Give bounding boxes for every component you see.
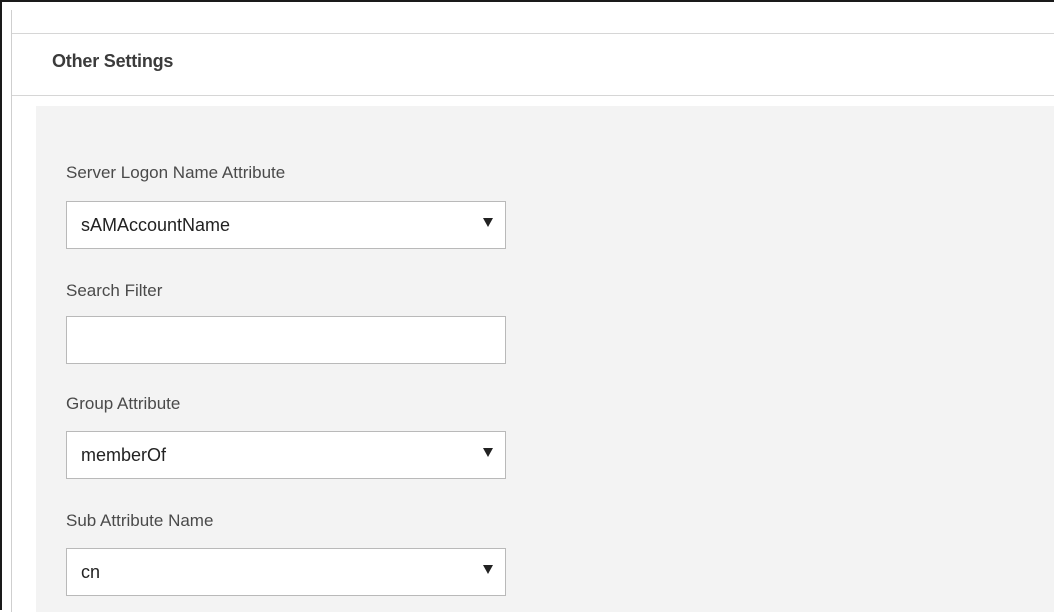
sub-attribute-name-label: Sub Attribute Name — [66, 511, 214, 530]
chevron-down-icon — [483, 218, 493, 227]
server-logon-name-attribute-value: sAMAccountName — [81, 215, 231, 235]
sub-attribute-name-value: cn — [81, 562, 101, 582]
chevron-down-icon — [483, 448, 493, 457]
sub-attribute-name-select[interactable]: cn — [66, 548, 506, 596]
section-title: Other Settings — [52, 51, 174, 71]
group-attribute-value: memberOf — [81, 445, 167, 465]
server-logon-name-attribute-label: Server Logon Name Attribute — [66, 163, 286, 182]
search-filter-input[interactable] — [66, 316, 506, 364]
window-frame: Other Settings Server Logon Name Attribu… — [0, 0, 1054, 612]
section-header: Other Settings — [12, 33, 1054, 96]
group-attribute-select[interactable]: memberOf — [66, 431, 506, 479]
chevron-down-icon — [483, 565, 493, 574]
settings-container: Other Settings Server Logon Name Attribu… — [11, 10, 1054, 612]
server-logon-name-attribute-select[interactable]: sAMAccountName — [66, 201, 506, 249]
group-attribute-label: Group Attribute — [66, 394, 181, 413]
settings-panel: Server Logon Name Attribute sAMAccountNa… — [36, 106, 1054, 612]
search-filter-label: Search Filter — [66, 281, 163, 300]
